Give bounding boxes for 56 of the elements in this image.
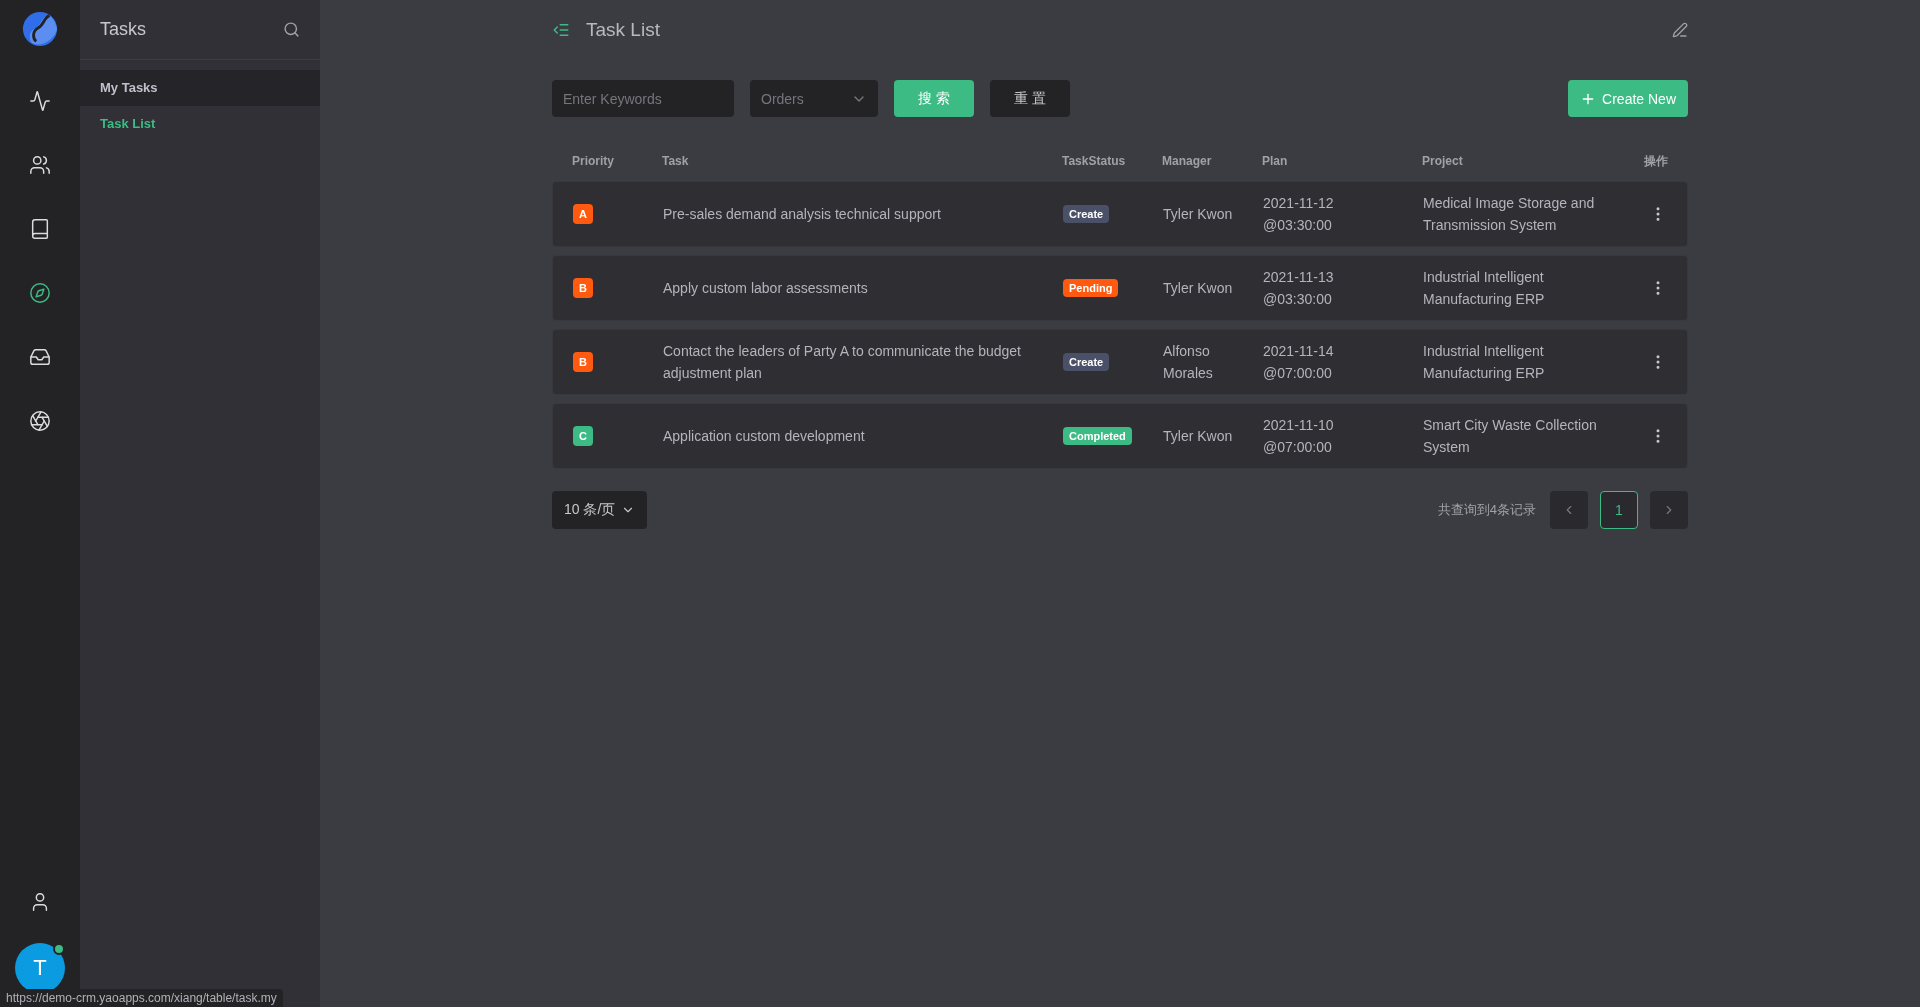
project-cell-text: Medical Image Storage and Transmission System xyxy=(1423,194,1596,235)
task-row[interactable]: A Pre-sales demand analysis technical support Create Tyler Kwon 2021-11-12 @03:30:00 Medical Image Storage and Transmission System xyxy=(552,181,1688,247)
manager-cell-text: Tyler Kwon xyxy=(1163,279,1234,298)
menu-toggle-icon[interactable] xyxy=(552,21,570,39)
column-header: Manager xyxy=(1162,154,1213,168)
priority-badge: B xyxy=(573,278,593,298)
priority-badge: B xyxy=(573,352,593,372)
edit-icon[interactable] xyxy=(1672,22,1688,38)
plan-cell-text: 2021-11-12 @03:30:00 xyxy=(1263,194,1335,235)
task-row[interactable]: C Application custom development Completed Tyler Kwon 2021-11-10 @07:00:00 Smart City Waste Collection System xyxy=(552,403,1688,469)
status-tag: Completed xyxy=(1063,427,1132,445)
page-size-select[interactable]: 10 条/页 xyxy=(552,491,648,529)
inbox-icon[interactable] xyxy=(29,346,51,368)
select-placeholder: Orders xyxy=(761,90,804,107)
manager-cell-text: Tyler Kwon xyxy=(1163,427,1234,446)
orders-select[interactable]: Orders xyxy=(750,80,878,117)
column-header: Priority xyxy=(572,154,615,168)
page-button[interactable]: 1 xyxy=(1600,491,1638,529)
menu-group[interactable]: My Tasks xyxy=(80,70,320,106)
column-header: Plan xyxy=(1262,154,1289,168)
plan-cell-text: 2021-11-14 @07:00:00 xyxy=(1263,342,1335,383)
project-cell-text: Industrial Intelligent Manufacturing ERP xyxy=(1423,268,1546,309)
column-header: Project xyxy=(1422,154,1464,168)
users-icon[interactable] xyxy=(29,154,51,176)
task-cell-text: Pre-sales demand analysis technical support xyxy=(663,205,942,224)
reset-button[interactable]: 重 置 xyxy=(990,80,1070,117)
page-title: Task List xyxy=(586,19,661,41)
plan-cell-text: 2021-11-10 @07:00:00 xyxy=(1263,416,1335,457)
task-cell-text: Apply custom labor assessments xyxy=(663,279,869,298)
task-cell-text: Application custom development xyxy=(663,427,866,446)
logo-icon xyxy=(21,10,59,48)
total-records: 共查询到4条记录 xyxy=(1437,501,1536,519)
priority-badge: A xyxy=(573,204,593,224)
keyword-input[interactable]: Enter Keywords xyxy=(552,80,734,117)
plan-cell-text: 2021-11-13 @03:30:00 xyxy=(1263,268,1335,309)
project-cell-text: Smart City Waste Collection System xyxy=(1423,416,1598,457)
priority-badge: C xyxy=(573,426,593,446)
task-cell-text: Contact the leaders of Party A to communicate the budget adjustment plan xyxy=(663,342,1022,383)
status-tag: Pending xyxy=(1063,279,1119,297)
aperture-icon[interactable] xyxy=(29,410,51,432)
search-icon[interactable] xyxy=(283,21,300,38)
column-header: Task xyxy=(662,154,690,168)
column-header: TaskStatus xyxy=(1062,154,1127,168)
status-tag: Create xyxy=(1063,353,1110,371)
pulse-icon[interactable] xyxy=(29,90,51,112)
project-cell-text: Industrial Intelligent Manufacturing ERP xyxy=(1423,342,1546,383)
status-tag: Create xyxy=(1063,205,1110,223)
task-row[interactable]: B Contact the leaders of Party A to communicate the budget adjustment plan Create Alfonso Morales 2021-11-14 @07:00:00 Industrial Intelligent Manufacturing ERP xyxy=(552,329,1688,395)
compass-icon[interactable] xyxy=(29,282,51,304)
task-row[interactable]: B Apply custom labor assessments Pending Tyler Kwon 2021-11-13 @03:30:00 Industrial Intelligent Manufacturing ERP xyxy=(552,255,1688,321)
sidebar-title: Tasks xyxy=(100,19,146,40)
column-header: 操作 xyxy=(1644,152,1668,170)
menu-item[interactable]: Task List xyxy=(80,106,320,142)
manager-cell-text: Alfonso Morales xyxy=(1163,342,1214,383)
book-icon[interactable] xyxy=(29,218,51,240)
manager-cell-text: Tyler Kwon xyxy=(1163,205,1234,224)
